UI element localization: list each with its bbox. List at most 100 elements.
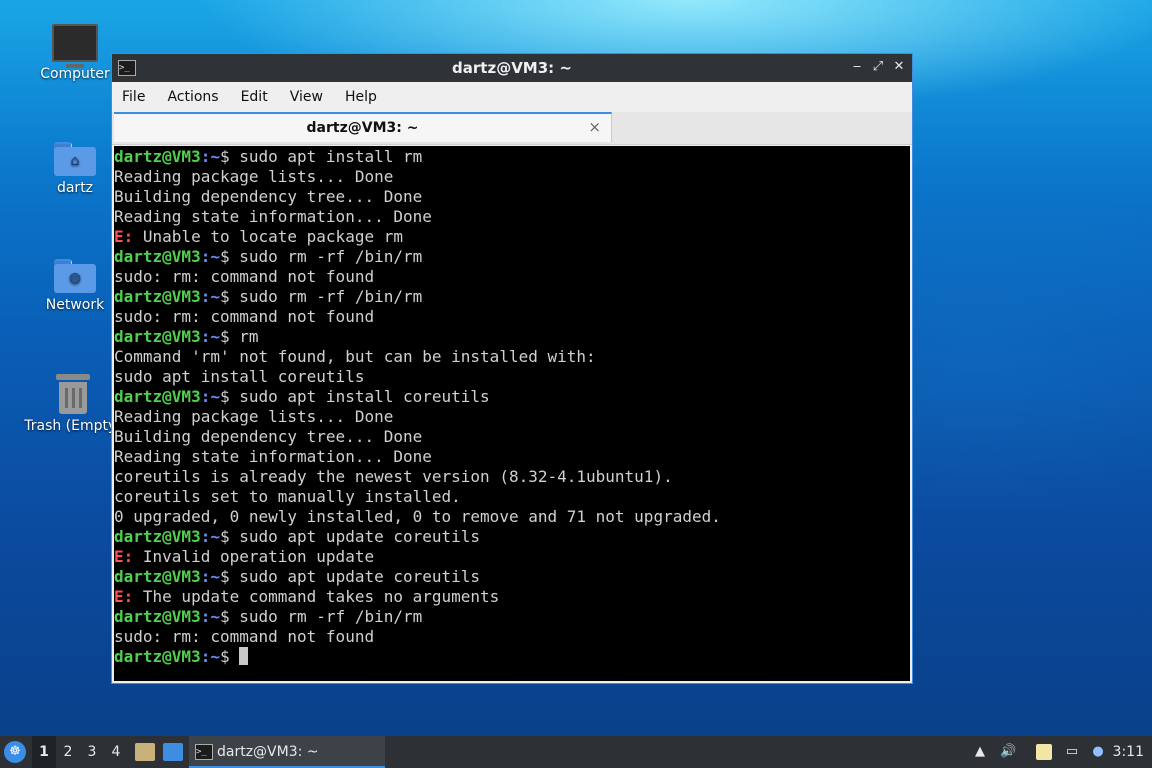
terminal-line: E: Invalid operation update: [114, 547, 910, 567]
prompt-user: dartz@VM3: [114, 247, 201, 266]
maximize-button[interactable]: ⤢: [869, 58, 887, 76]
menu-view[interactable]: View: [290, 89, 323, 105]
error-text: Invalid operation update: [133, 547, 375, 566]
prompt-path: :~: [200, 287, 220, 306]
prompt-symbol: $: [219, 607, 240, 626]
terminal-line: Reading state information... Done: [114, 207, 432, 226]
menu-help[interactable]: Help: [345, 89, 377, 105]
volume-icon[interactable]: 🔊: [1000, 744, 1016, 760]
workspace-3[interactable]: 3: [80, 736, 104, 768]
prompt-user: dartz@VM3: [114, 327, 201, 346]
close-button[interactable]: ✕: [890, 58, 908, 76]
prompt-symbol: $: [219, 387, 240, 406]
terminal-line: Reading state information... Done: [114, 447, 432, 466]
prompt-path: :~: [200, 607, 220, 626]
tab-label: dartz@VM3: ~: [306, 120, 419, 136]
desktop-icon-label: Network: [45, 297, 105, 313]
terminal-line: dartz@VM3:~$ sudo apt install rm: [114, 147, 910, 167]
command-text: sudo rm -rf /bin/rm: [239, 607, 423, 626]
minimize-button[interactable]: ‒: [848, 58, 866, 76]
terminal-line: dartz@VM3:~$ sudo rm -rf /bin/rm: [114, 247, 910, 267]
terminal-line: E: Unable to locate package rm: [114, 227, 910, 247]
menu-actions[interactable]: Actions: [167, 89, 218, 105]
terminal-line: coreutils is already the newest version …: [114, 467, 673, 486]
terminal-line: Reading package lists... Done: [114, 167, 394, 186]
desktop-icon-label: dartz: [56, 180, 94, 196]
terminal-line: E: The update command takes no arguments: [114, 587, 910, 607]
window-title: dartz@VM3: ~: [452, 59, 572, 77]
terminal-line: coreutils set to manually installed.: [114, 487, 461, 506]
prompt-path: :~: [200, 327, 220, 346]
terminal-line: sudo: rm: command not found: [114, 627, 375, 646]
terminal-line: sudo apt install coreutils: [114, 367, 365, 386]
command-text: sudo apt install rm: [239, 147, 423, 166]
prompt-path: :~: [200, 527, 220, 546]
taskbar: ☸ 1 2 3 4 >_ dartz@VM3: ~ ▲ 🔊 ▭ ● 3:11: [0, 736, 1152, 768]
taskbar-task-terminal[interactable]: >_ dartz@VM3: ~: [189, 736, 385, 768]
desktop-icon-network[interactable]: ◍ Network: [27, 259, 123, 313]
terminal-line: 0 upgraded, 0 newly installed, 0 to remo…: [114, 507, 721, 526]
desktop-icon-label: Computer: [40, 66, 110, 82]
terminal-line: Reading package lists... Done: [114, 407, 394, 426]
prompt-path: :~: [200, 147, 220, 166]
notification-icon[interactable]: ●: [1090, 744, 1106, 760]
error-prefix: E:: [114, 587, 134, 606]
terminal-line: dartz@VM3:~$ sudo apt install coreutils: [114, 387, 910, 407]
prompt-symbol: $: [219, 147, 240, 166]
desktop-icon-home[interactable]: ⌂ dartz: [27, 142, 123, 196]
home-folder-icon: ⌂: [54, 142, 96, 176]
clipboard-icon[interactable]: [1036, 744, 1052, 760]
prompt-user: dartz@VM3: [114, 147, 201, 166]
computer-icon: [52, 24, 98, 68]
error-text: The update command takes no arguments: [133, 587, 500, 606]
terminal-line: dartz@VM3:~$ sudo rm -rf /bin/rm: [114, 607, 910, 627]
workspace-4[interactable]: 4: [104, 736, 128, 768]
desktop-icon-computer[interactable]: Computer: [27, 24, 123, 82]
prompt-user: dartz@VM3: [114, 387, 201, 406]
terminal-line: sudo: rm: command not found: [114, 267, 375, 286]
prompt-user: dartz@VM3: [114, 287, 201, 306]
text-cursor: [239, 647, 249, 665]
error-prefix: E:: [114, 547, 134, 566]
file-manager-icon[interactable]: [135, 743, 155, 761]
terminal-line: dartz@VM3:~$ sudo apt update coreutils: [114, 527, 910, 547]
error-prefix: E:: [114, 227, 134, 246]
terminal-line: Building dependency tree... Done: [114, 427, 423, 446]
prompt-symbol: $: [219, 567, 240, 586]
prompt-user: dartz@VM3: [114, 527, 201, 546]
terminal-output[interactable]: dartz@VM3:~$ sudo apt install rm Reading …: [114, 146, 910, 681]
terminal-line: dartz@VM3:~$ sudo rm -rf /bin/rm: [114, 287, 910, 307]
terminal-line: dartz@VM3:~$: [114, 647, 910, 667]
prompt-path: :~: [200, 387, 220, 406]
prompt-path: :~: [200, 567, 220, 586]
terminal-line: sudo: rm: command not found: [114, 307, 375, 326]
menu-file[interactable]: File: [122, 89, 145, 105]
workspace-1[interactable]: 1: [32, 736, 56, 768]
trash-icon: [56, 374, 90, 414]
command-text: sudo rm -rf /bin/rm: [239, 287, 423, 306]
prompt-symbol: $: [219, 247, 240, 266]
menu-edit[interactable]: Edit: [241, 89, 268, 105]
window-titlebar[interactable]: >_ dartz@VM3: ~ ‒ ⤢ ✕: [112, 54, 912, 82]
command-text: rm: [239, 327, 259, 346]
tab-close-icon[interactable]: ×: [588, 118, 601, 136]
prompt-symbol: $: [219, 647, 240, 666]
terminal-line: dartz@VM3:~$ rm: [114, 327, 910, 347]
clock[interactable]: 3:11: [1113, 736, 1144, 768]
terminal-app-icon: >_: [195, 744, 213, 760]
terminal-window: >_ dartz@VM3: ~ ‒ ⤢ ✕ File Actions Edit …: [111, 53, 913, 684]
error-text: Unable to locate package rm: [133, 227, 403, 246]
tab-terminal[interactable]: dartz@VM3: ~ ×: [114, 112, 612, 142]
command-text: sudo apt update coreutils: [239, 527, 481, 546]
update-notifier-icon[interactable]: ▲: [972, 744, 988, 760]
command-text: sudo apt install coreutils: [239, 387, 490, 406]
prompt-user: dartz@VM3: [114, 647, 201, 666]
prompt-symbol: $: [219, 287, 240, 306]
terminal-line: Command 'rm' not found, but can be insta…: [114, 347, 596, 366]
show-desktop-icon[interactable]: [163, 743, 183, 761]
start-menu-button[interactable]: ☸: [4, 741, 26, 763]
tab-bar: dartz@VM3: ~ ×: [112, 112, 912, 145]
prompt-user: dartz@VM3: [114, 567, 201, 586]
network-icon[interactable]: ▭: [1064, 744, 1080, 760]
workspace-2[interactable]: 2: [56, 736, 80, 768]
